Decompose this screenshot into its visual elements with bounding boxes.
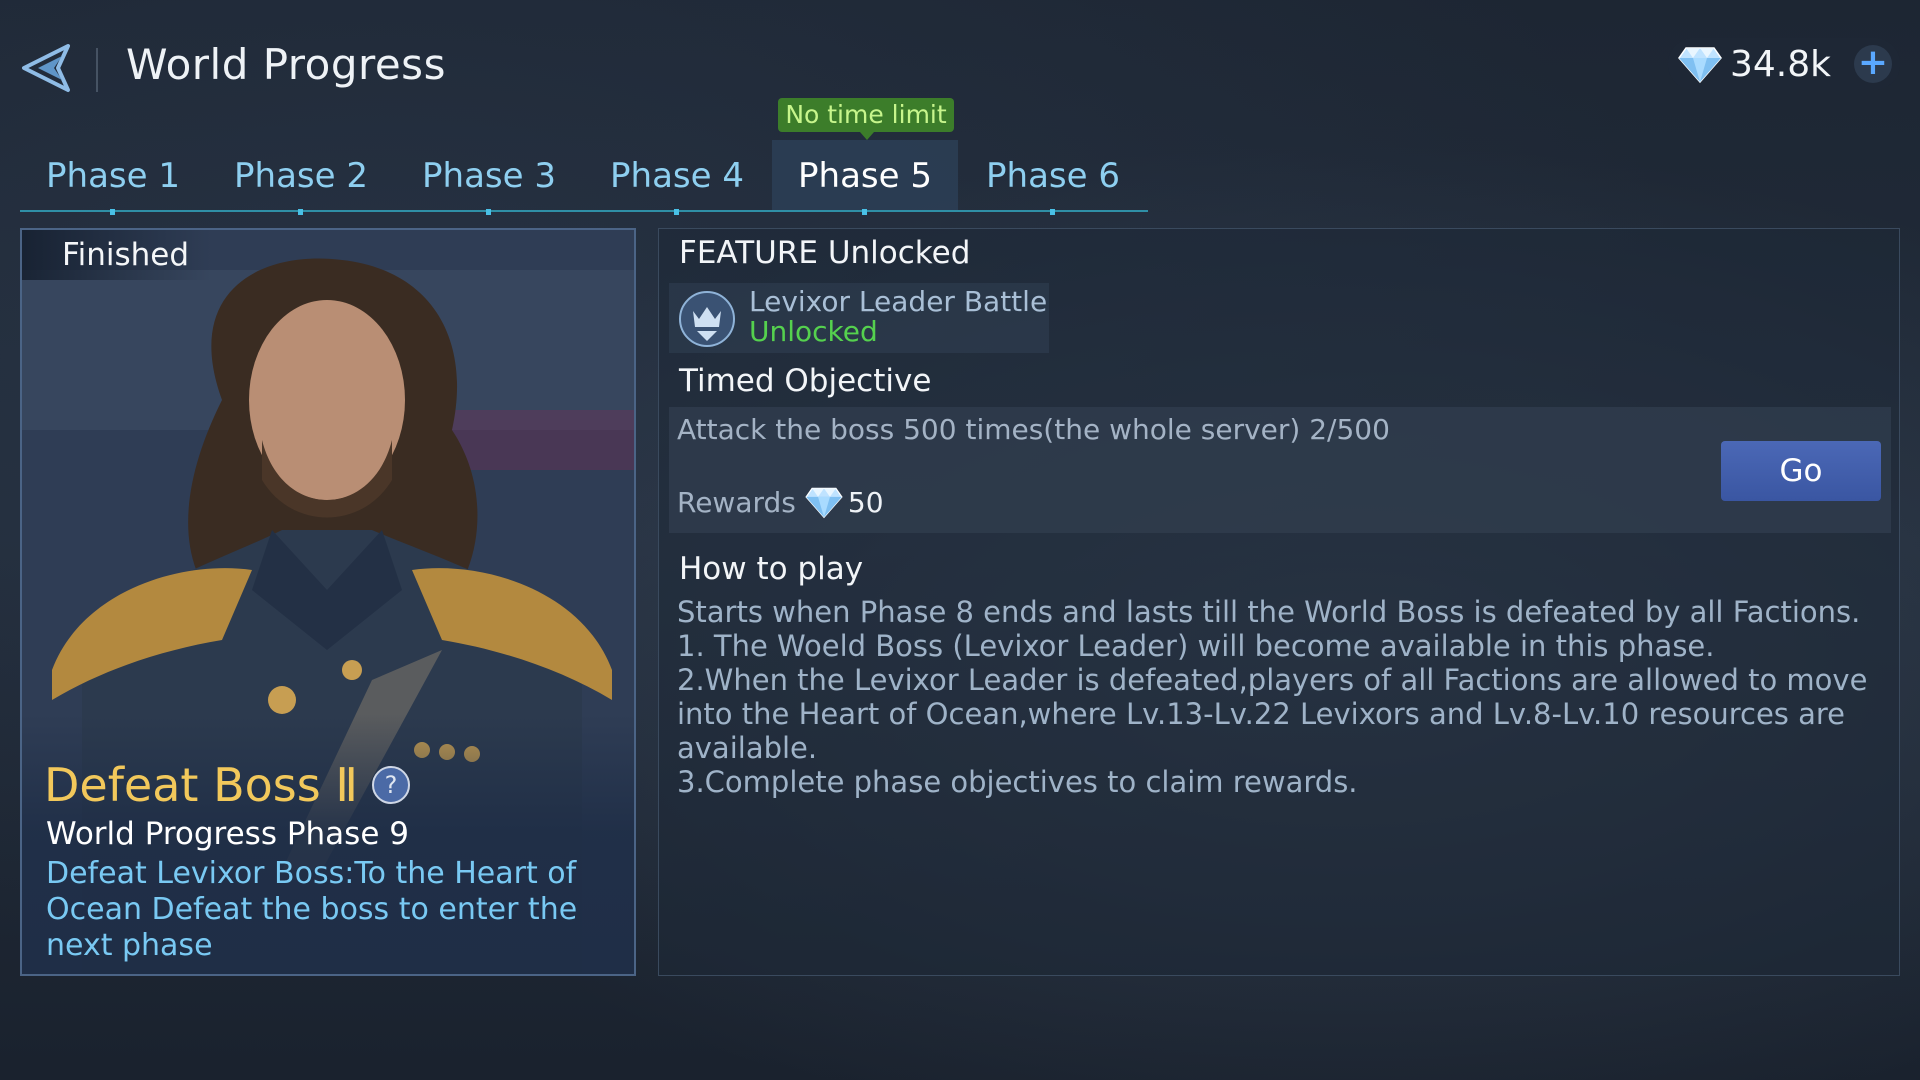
status-label: Finished (22, 230, 212, 280)
boss-title-text: Defeat Boss Ⅱ (44, 758, 358, 812)
tab-phase-2[interactable]: Phase 2 (208, 140, 394, 215)
header-divider (96, 48, 98, 92)
feature-status: Unlocked (749, 315, 878, 348)
tab-marker (674, 209, 679, 215)
objective-card: Attack the boss 500 times(the whole serv… (669, 407, 1891, 533)
feature-name: Levixor Leader Battle (749, 285, 1048, 318)
currency-display: 34.8k + (1668, 38, 1900, 90)
page-title: World Progress (126, 40, 446, 89)
tab-phase-3[interactable]: Phase 3 (396, 140, 582, 215)
top-bar: World Progress 34.8k + (0, 0, 1920, 130)
currency-amount: 34.8k (1730, 43, 1832, 85)
tab-phase-5[interactable]: Phase 5 (772, 140, 958, 215)
gem-icon (1678, 47, 1722, 84)
plus-icon[interactable]: + (1854, 45, 1892, 83)
feature-heading: FEATURE Unlocked (679, 235, 971, 271)
boss-title: Defeat Boss Ⅱ ? (44, 758, 410, 812)
tab-label: Phase 3 (422, 156, 556, 196)
crown-shield-icon (679, 291, 735, 347)
tab-marker (1050, 209, 1055, 215)
go-button[interactable]: Go (1721, 441, 1881, 501)
rewards-row: Rewards 50 (677, 485, 884, 519)
tab-label: Phase 2 (234, 156, 368, 196)
tab-phase-4[interactable]: Phase 4 (584, 140, 770, 215)
objective-heading: Timed Objective (679, 363, 932, 399)
phase-description: Defeat Levixor Boss:To the Heart of Ocea… (46, 856, 578, 963)
gem-icon (805, 487, 843, 519)
objective-text: Attack the boss 500 times(the whole serv… (677, 413, 1390, 446)
tab-label: Phase 4 (610, 156, 744, 196)
tab-marker (110, 209, 115, 215)
time-limit-badge: No time limit (778, 98, 954, 140)
feature-item: Levixor Leader Battle Unlocked (669, 283, 1049, 353)
help-icon[interactable]: ? (371, 766, 410, 804)
details-panel: FEATURE Unlocked Levixor Leader Battle U… (658, 228, 1900, 976)
phase-subtitle: World Progress Phase 9 (46, 816, 409, 852)
tab-phase-6[interactable]: Phase 6 (960, 140, 1146, 215)
tab-marker (486, 209, 491, 215)
phase-card: Finished Defeat Boss Ⅱ ? World Progress … (20, 228, 636, 976)
tab-label: Phase 1 (46, 156, 180, 196)
back-arrow-icon[interactable] (18, 40, 74, 96)
howto-text: Starts when Phase 8 ends and lasts till … (677, 595, 1868, 799)
rewards-label: Rewards (677, 485, 796, 519)
tab-label: Phase 6 (986, 156, 1120, 196)
tab-underline (20, 210, 1148, 212)
tab-marker (862, 209, 867, 215)
tab-label: Phase 5 (798, 156, 932, 196)
tab-phase-1[interactable]: Phase 1 (20, 140, 206, 215)
reward-amount: 50 (847, 485, 884, 519)
phase-tabs: Phase 1 Phase 2 Phase 3 Phase 4 Phase 5 … (20, 140, 1148, 215)
howto-heading: How to play (679, 551, 864, 587)
tab-marker (298, 209, 303, 215)
